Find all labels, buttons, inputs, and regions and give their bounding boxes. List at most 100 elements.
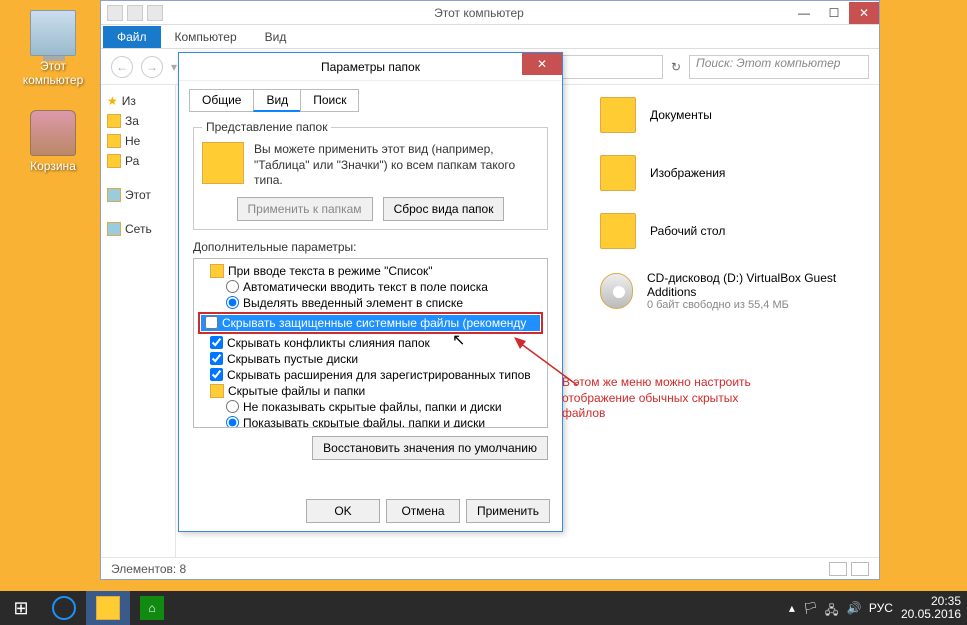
tree-item[interactable]: За (105, 111, 171, 131)
maximize-button[interactable]: ☐ (819, 2, 849, 24)
desktop-icon-bin[interactable]: Корзина (16, 110, 90, 173)
status-bar: Элементов: 8 (101, 557, 879, 579)
cursor-icon: ↖ (452, 330, 465, 350)
cd-icon (600, 273, 633, 309)
highlighted-option: Скрывать защищенные системные файлы (рек… (198, 312, 543, 334)
folder-icon (107, 154, 121, 168)
callout-text: В этом же меню можно настроить отображен… (562, 375, 752, 422)
tab-view[interactable]: Вид (253, 89, 301, 112)
minimize-button[interactable]: — (789, 2, 819, 24)
tab-general[interactable]: Общие (189, 89, 254, 112)
radio[interactable] (226, 296, 239, 309)
start-button[interactable]: ⊞ (0, 591, 42, 625)
reset-folders-button[interactable]: Сброс вида папок (383, 197, 505, 221)
quick-access-toolbar (101, 5, 169, 21)
list-item[interactable]: Показывать скрытые файлы, папки и диски (198, 415, 543, 428)
folder-item-images[interactable]: Изображения (600, 155, 867, 191)
close-button[interactable]: ✕ (849, 2, 879, 24)
refresh-icon[interactable]: ↻ (671, 60, 681, 74)
advanced-settings-list[interactable]: При вводе текста в режиме "Список" Автом… (193, 258, 548, 428)
tree-item[interactable]: Ра (105, 151, 171, 171)
language-indicator[interactable]: РУС (869, 601, 893, 615)
tree-thispc[interactable]: Этот (105, 185, 171, 205)
store-icon: ⌂ (140, 596, 164, 620)
checkbox[interactable] (205, 316, 218, 329)
list-item[interactable]: Скрытые файлы и папки (198, 383, 543, 399)
star-icon: ★ (107, 94, 118, 108)
system-tray: ▴ 🏳 🖧 🔊 РУС 20:35 20.05.2016 (789, 595, 967, 621)
checkbox[interactable] (210, 368, 223, 381)
dialog-tabs: Общие Вид Поиск (179, 81, 562, 112)
folder-icon (107, 134, 121, 148)
radio[interactable] (226, 416, 239, 428)
forward-button[interactable]: → (141, 56, 163, 78)
tree-network[interactable]: Сеть (105, 219, 171, 239)
view-tiles-icon[interactable] (851, 562, 869, 576)
folder-icon (107, 114, 121, 128)
ok-button[interactable]: OK (306, 499, 380, 523)
radio[interactable] (226, 400, 239, 413)
ribbon-tab-view[interactable]: Вид (251, 26, 301, 48)
back-button[interactable]: ← (111, 56, 133, 78)
dialog-titlebar: Параметры папок ✕ (179, 53, 562, 81)
taskbar-store[interactable]: ⌂ (130, 591, 174, 625)
clock-date: 20.05.2016 (901, 608, 961, 621)
qat-icon[interactable] (147, 5, 163, 21)
folder-view-icon (202, 142, 244, 184)
cancel-button[interactable]: Отмена (386, 499, 460, 523)
flag-icon[interactable]: 🏳 (803, 601, 817, 615)
restore-defaults-button[interactable]: Восстановить значения по умолчанию (312, 436, 548, 460)
drive-item-cd[interactable]: CD-дисковод (D:) VirtualBox Guest Additi… (600, 271, 867, 311)
folder-view-text: Вы можете применить этот вид (например, … (254, 142, 539, 189)
list-item[interactable]: Выделять введенный элемент в списке (198, 295, 543, 311)
ribbon-tab-computer[interactable]: Компьютер (161, 26, 251, 48)
list-item[interactable]: Автоматически вводить текст в поле поиск… (198, 279, 543, 295)
desktop-icon-computer[interactable]: Этот компьютер (16, 10, 90, 87)
list-item[interactable]: При вводе текста в режиме "Список" (198, 263, 543, 279)
window-title: Этот компьютер (169, 6, 789, 20)
arrow-icon (512, 335, 582, 390)
tab-search[interactable]: Поиск (300, 89, 359, 112)
dialog-close-button[interactable]: ✕ (522, 53, 562, 75)
list-item[interactable]: Скрывать расширения для зарегистрированн… (198, 367, 543, 383)
list-item[interactable]: Не показывать скрытые файлы, папки и дис… (198, 399, 543, 415)
taskbar-ie[interactable] (42, 591, 86, 625)
apply-to-folders-button[interactable]: Применить к папкам (237, 197, 373, 221)
radio[interactable] (226, 280, 239, 293)
navigation-tree: ★Из За Не Ра Этот Сеть (101, 85, 176, 557)
group-legend: Представление папок (202, 120, 331, 134)
sound-icon[interactable]: 🔊 (847, 601, 861, 615)
checkbox[interactable] (210, 352, 223, 365)
advanced-label: Дополнительные параметры: (193, 240, 548, 254)
taskbar-explorer[interactable] (86, 591, 130, 625)
computer-icon (107, 188, 121, 202)
tree-item[interactable]: Не (105, 131, 171, 151)
status-text: Элементов: 8 (111, 562, 186, 576)
list-item[interactable]: Скрывать пустые диски (198, 351, 543, 367)
checkbox[interactable] (210, 336, 223, 349)
titlebar: Этот компьютер — ☐ ✕ (101, 1, 879, 25)
explorer-icon (96, 596, 120, 620)
network-icon (107, 222, 121, 236)
view-details-icon[interactable] (829, 562, 847, 576)
qat-icon[interactable] (127, 5, 143, 21)
folder-item-desktop[interactable]: Рабочий стол (600, 213, 867, 249)
callout: В этом же меню можно настроить отображен… (562, 375, 752, 422)
file-tab[interactable]: Файл (103, 26, 161, 48)
tree-favorites[interactable]: ★Из (105, 91, 171, 111)
dropdown-icon[interactable]: ▾ (171, 60, 177, 74)
qat-icon[interactable] (107, 5, 123, 21)
dialog-title: Параметры папок (321, 60, 420, 74)
folder-item-documents[interactable]: Документы (600, 97, 867, 133)
tray-up-icon[interactable]: ▴ (789, 601, 795, 615)
folder-icon (210, 384, 224, 398)
folder-icon (600, 97, 636, 133)
folder-icon (600, 213, 636, 249)
list-item[interactable]: Скрывать конфликты слияния папок (198, 335, 543, 351)
folder-icon (600, 155, 636, 191)
clock[interactable]: 20:35 20.05.2016 (901, 595, 961, 621)
search-input[interactable]: Поиск: Этот компьютер (689, 55, 869, 79)
apply-button[interactable]: Применить (466, 499, 550, 523)
list-item-hide-protected[interactable]: Скрывать защищенные системные файлы (рек… (201, 315, 540, 331)
network-icon[interactable]: 🖧 (825, 601, 839, 615)
